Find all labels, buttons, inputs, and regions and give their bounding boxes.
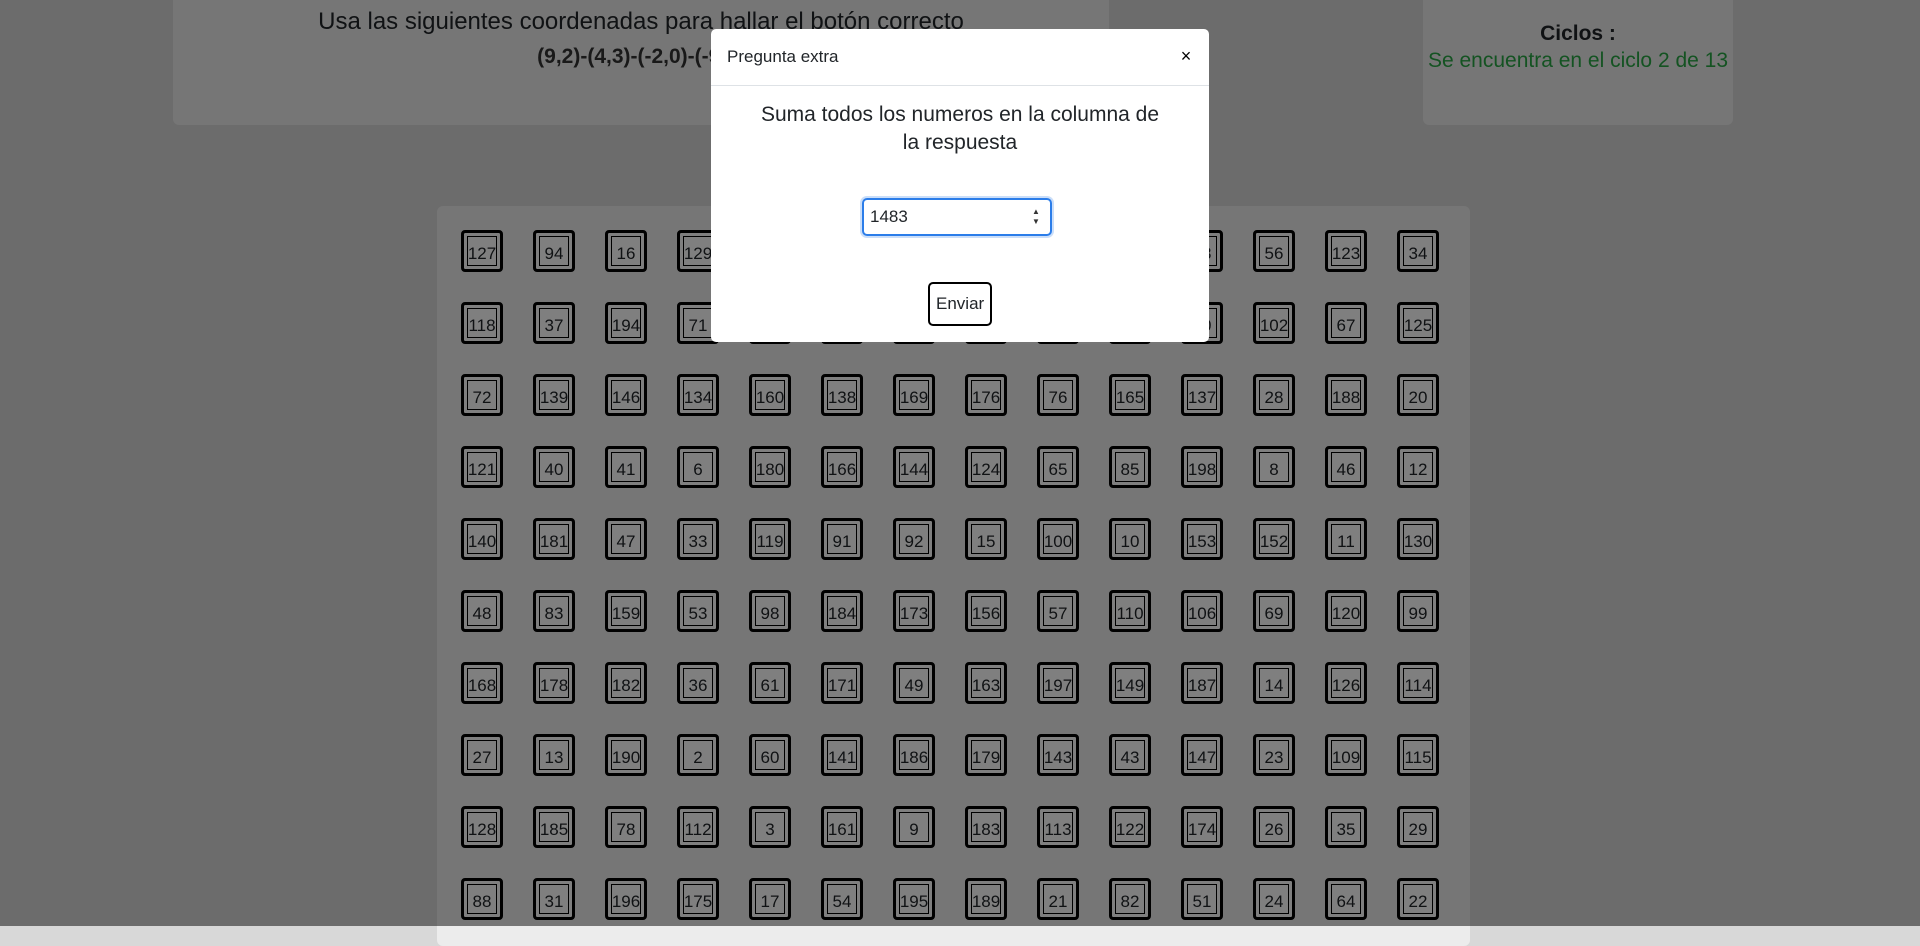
modal-title: Pregunta extra xyxy=(727,47,839,66)
extra-question-modal: Pregunta extra × Suma todos los numeros … xyxy=(711,29,1209,342)
answer-input[interactable] xyxy=(870,206,1020,228)
spin-down-icon[interactable]: ▼ xyxy=(1030,217,1042,227)
modal-question: Suma todos los numeros en la columna de … xyxy=(760,103,1160,154)
number-spinner[interactable]: ▲ ▼ xyxy=(1030,207,1042,227)
submit-button[interactable]: Enviar xyxy=(928,282,992,326)
answer-field: ▲ ▼ xyxy=(862,198,1052,236)
spin-up-icon[interactable]: ▲ xyxy=(1030,207,1042,217)
close-icon[interactable]: × xyxy=(1175,45,1197,67)
modal-header: Pregunta extra × xyxy=(711,29,1209,86)
